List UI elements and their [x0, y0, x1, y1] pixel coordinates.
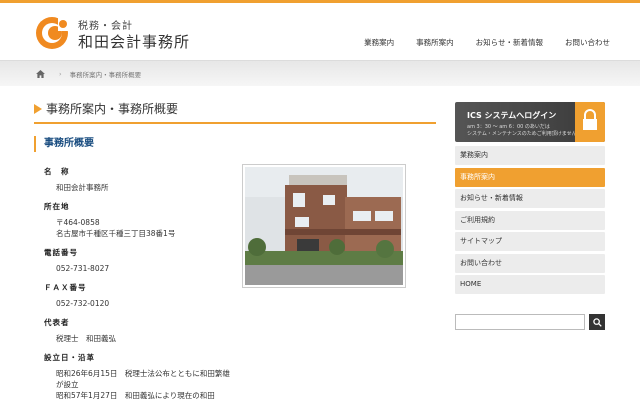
info-label: 所在地 — [44, 202, 70, 211]
breadcrumb-current: 事務所案内・事務所概要 — [69, 71, 142, 79]
sidebar-menu: 業務案内 事務所案内 お知らせ・新着情報 ご利用規約 サイトマップ お問い合わせ… — [455, 146, 605, 294]
ics-note: am 3：30 ～ am 6：00 のあいだは システム・メンテナンスのためご利… — [467, 124, 582, 137]
office-photo — [242, 164, 406, 288]
site-title[interactable]: 和田会計事務所 — [78, 31, 190, 52]
info-value: 052-732-0120 — [56, 299, 110, 308]
breadcrumb-bar: › 事務所案内・事務所概要 — [0, 60, 640, 86]
nav-office[interactable]: 事務所案内 — [416, 37, 454, 48]
chevron-right-icon: › — [59, 70, 62, 78]
search-button[interactable] — [589, 314, 605, 330]
info-value: 税理士 和田義弘 — [56, 334, 116, 343]
sidebar-item-home[interactable]: HOME — [455, 275, 605, 294]
info-value: 〒464-0858 名古屋市千種区千種三丁目38番1号 — [56, 218, 176, 238]
search-form — [455, 314, 605, 330]
info-label: 代表者 — [44, 318, 70, 327]
info-label: 名 称 — [44, 167, 70, 176]
sidebar-item-office[interactable]: 事務所案内 — [455, 167, 605, 187]
lock-icon-area — [575, 102, 605, 142]
nav-news[interactable]: お知らせ・新着情報 — [476, 37, 543, 48]
home-icon[interactable] — [36, 70, 45, 78]
main-nav: 業務案内 事務所案内 お知らせ・新着情報 お問い合わせ — [342, 37, 610, 48]
breadcrumb: › 事務所案内・事務所概要 — [36, 69, 141, 79]
office-info: 名 称 和田会計事務所 所在地 〒464-0858 名古屋市千種区千種三丁目38… — [44, 166, 234, 400]
info-label: 設立日・沿革 — [44, 353, 95, 362]
page-title-text: 事務所案内・事務所概要 — [46, 102, 179, 116]
logo-subtitle: 税務・会計 — [78, 21, 133, 32]
sidebar-item-sitemap[interactable]: サイトマップ — [455, 232, 605, 251]
info-value: 昭和26年6月15日 税理士法公布とともに和田繁雄が設立 昭和57年1月27日 … — [56, 369, 230, 400]
ics-note-line: システム・メンテナンスのためご利用頂けません。 — [467, 130, 582, 137]
ics-login-banner[interactable]: ICS システムへログイン am 3：30 ～ am 6：00 のあいだは シス… — [455, 102, 605, 142]
triangle-icon — [34, 103, 42, 114]
info-value: 052-731-8027 — [56, 264, 110, 273]
main-content: 事務所案内・事務所概要 事務所概要 名 称 和田会計事務所 所在地 〒464-0… — [34, 100, 436, 400]
sidebar: ICS システムへログイン am 3：30 ～ am 6：00 のあいだは シス… — [455, 102, 605, 297]
section-title: 事務所概要 — [34, 136, 436, 152]
info-label: 電話番号 — [44, 248, 78, 257]
info-label: ＦＡＸ番号 — [44, 283, 87, 292]
page-title: 事務所案内・事務所概要 — [34, 100, 436, 124]
logo-icon[interactable] — [34, 15, 70, 51]
sidebar-item-news[interactable]: お知らせ・新着情報 — [455, 189, 605, 208]
building-image — [245, 167, 403, 285]
search-icon — [592, 317, 602, 327]
search-input[interactable] — [455, 314, 585, 330]
sidebar-item-services[interactable]: 業務案内 — [455, 146, 605, 165]
nav-contact[interactable]: お問い合わせ — [565, 37, 610, 48]
ics-title: ICS システムへログイン — [467, 111, 557, 120]
info-value: 和田会計事務所 — [56, 183, 109, 192]
sidebar-item-contact[interactable]: お問い合わせ — [455, 253, 605, 273]
nav-services[interactable]: 業務案内 — [364, 37, 394, 48]
sidebar-item-terms[interactable]: ご利用規約 — [455, 210, 605, 230]
lock-icon — [583, 109, 597, 130]
site-header: 税務・会計 和田会計事務所 業務案内 事務所案内 お知らせ・新着情報 お問い合わ… — [0, 3, 640, 57]
